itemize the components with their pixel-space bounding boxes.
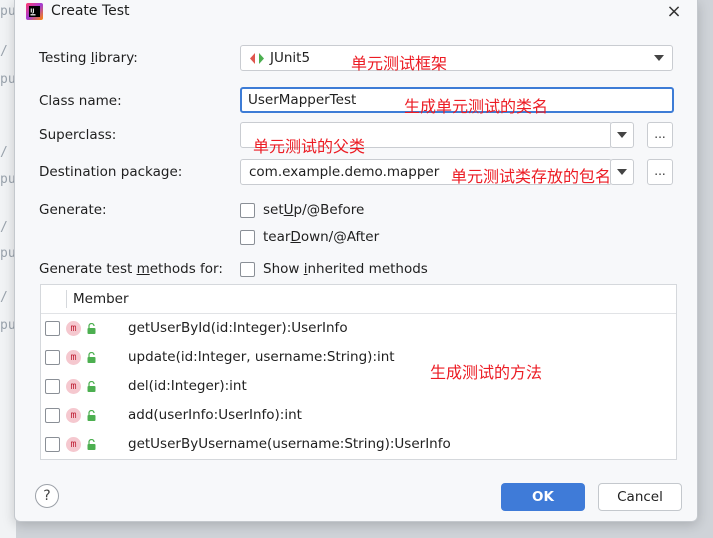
annotation-class-name: 生成单元测试的类名: [404, 97, 549, 116]
destination-package-dropdown-button[interactable]: [610, 159, 634, 185]
member-signature: update(id:Integer, username:String):int: [128, 349, 395, 365]
table-header: Member: [41, 285, 676, 314]
method-icon: m: [66, 379, 81, 394]
destination-package-value: com.example.demo.mapper: [249, 164, 440, 180]
show-inherited-checkbox[interactable]: [240, 262, 255, 277]
public-lock-icon: [87, 323, 96, 334]
method-icon: m: [66, 350, 81, 365]
annotation-methods: 生成测试的方法: [430, 363, 543, 382]
intellij-idea-icon: IJ: [26, 3, 43, 20]
junit-icon: [250, 53, 264, 64]
code-fragment: /: [0, 44, 8, 59]
members-table: Member m getUserById(id:Integer):UserInf…: [40, 284, 677, 460]
header-divider: [66, 290, 67, 308]
table-row[interactable]: m del(id:Integer):int: [41, 372, 676, 401]
chevron-down-icon: [617, 132, 627, 138]
cancel-button[interactable]: Cancel: [598, 483, 682, 511]
public-lock-icon: [87, 352, 96, 363]
teardown-checkbox[interactable]: [240, 230, 255, 245]
code-fragment: /: [0, 290, 8, 305]
class-name-label: Class name:: [39, 93, 122, 109]
annotation-superclass: 单元测试的父类: [253, 137, 366, 156]
close-button[interactable]: ×: [663, 1, 685, 23]
generate-label: Generate:: [39, 202, 107, 218]
method-icon: m: [66, 408, 81, 423]
svg-text:IJ: IJ: [30, 8, 34, 14]
dialog-title: Create Test: [51, 3, 130, 19]
member-checkbox[interactable]: [45, 437, 60, 452]
table-row[interactable]: m getUserById(id:Integer):UserInfo: [41, 314, 676, 343]
destination-package-browse-button[interactable]: ...: [647, 159, 673, 185]
member-signature: del(id:Integer):int: [128, 378, 247, 394]
testing-library-value: JUnit5: [270, 50, 311, 66]
code-fragment: /: [0, 145, 8, 160]
help-button[interactable]: ?: [35, 484, 59, 508]
member-column-header: Member: [73, 291, 129, 307]
table-row[interactable]: m getUserByUsername(username:String):Use…: [41, 430, 676, 459]
setup-checkbox[interactable]: [240, 203, 255, 218]
member-checkbox[interactable]: [45, 321, 60, 336]
chevron-down-icon: [654, 55, 664, 61]
superclass-dropdown-button[interactable]: [610, 122, 634, 148]
testing-library-label: Testing library:: [39, 50, 138, 66]
member-checkbox[interactable]: [45, 408, 60, 423]
class-name-value: UserMapperTest: [248, 92, 357, 108]
show-inherited-label: Show inherited methods: [263, 261, 428, 277]
superclass-browse-button[interactable]: ...: [647, 122, 673, 148]
table-row[interactable]: m add(userInfo:UserInfo):int: [41, 401, 676, 430]
create-test-dialog: IJ Create Test × Testing library: JUnit5…: [14, 0, 698, 522]
close-icon: ×: [666, 1, 682, 22]
teardown-checkbox-label: tearDown/@After: [263, 229, 380, 245]
public-lock-icon: [87, 410, 96, 421]
method-icon: m: [66, 437, 81, 452]
member-signature: getUserByUsername(username:String):UserI…: [128, 436, 451, 452]
annotation-library: 单元测试框架: [351, 54, 448, 73]
member-checkbox[interactable]: [45, 379, 60, 394]
code-fragment: /: [0, 220, 8, 235]
chevron-down-icon: [617, 169, 627, 175]
ok-button[interactable]: OK: [501, 483, 585, 511]
member-checkbox[interactable]: [45, 350, 60, 365]
generate-methods-label: Generate test methods for:: [39, 261, 223, 277]
superclass-label: Superclass:: [39, 127, 117, 143]
member-signature: getUserById(id:Integer):UserInfo: [128, 320, 348, 336]
testing-library-select[interactable]: JUnit5: [240, 45, 673, 71]
public-lock-icon: [87, 439, 96, 450]
dialog-titlebar: IJ Create Test ×: [15, 0, 697, 26]
annotation-package: 单元测试类存放的包名: [451, 167, 612, 186]
table-row[interactable]: m update(id:Integer, username:String):in…: [41, 343, 676, 372]
public-lock-icon: [87, 381, 96, 392]
method-icon: m: [66, 321, 81, 336]
setup-checkbox-label: setUp/@Before: [263, 202, 365, 218]
member-signature: add(userInfo:UserInfo):int: [128, 407, 302, 423]
destination-package-label: Destination package:: [39, 164, 183, 180]
